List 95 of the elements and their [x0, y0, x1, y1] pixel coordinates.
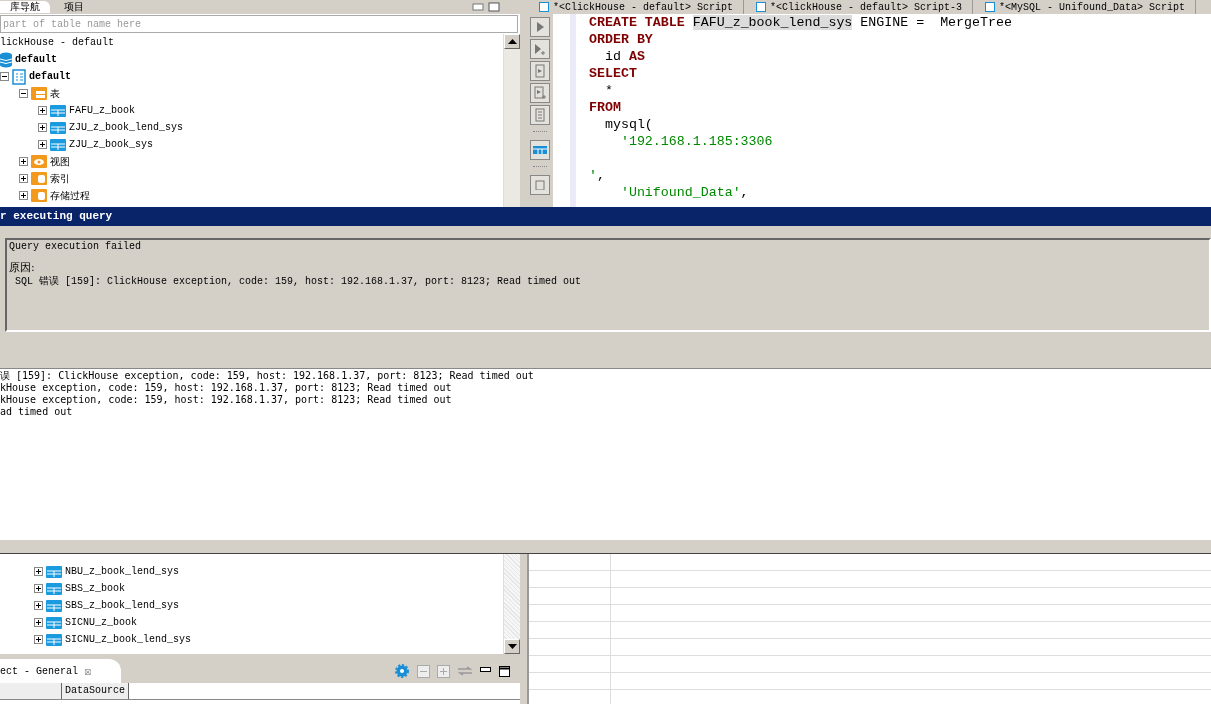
code-text: ENGINE = MergeTree [859, 15, 1012, 30]
code-text: , [597, 168, 605, 183]
log-line: kHouse exception, code: 159, host: 192.168.1.37, port: 8123; Read timed out [0, 394, 453, 406]
results-panel-button[interactable] [530, 140, 550, 160]
tree-item[interactable]: 索引 [50, 171, 70, 186]
tree-item[interactable]: 表 [50, 86, 60, 101]
table-icon [46, 599, 62, 612]
folder-icon [31, 172, 47, 185]
export-button[interactable] [530, 175, 550, 195]
tree-item[interactable]: SICNU_z_book_lend_sys [65, 634, 192, 645]
run-new-tab-button[interactable] [530, 39, 550, 59]
expander-icon[interactable] [0, 72, 9, 81]
log-line: kHouse exception, code: 159, host: 192.168.1.37, port: 8123; Read timed out [0, 382, 453, 394]
settings-icon[interactable] [394, 663, 410, 679]
tree-item[interactable]: 存储过程 [50, 188, 90, 203]
expander-icon[interactable] [38, 140, 47, 149]
maximize-icon[interactable] [499, 665, 510, 677]
tree-item[interactable]: SBS_z_book [65, 583, 125, 594]
tree-item[interactable]: ZJU_z_book_lend_sys [69, 122, 184, 133]
expander-icon[interactable] [19, 157, 28, 166]
search-field[interactable]: part of table name here [0, 15, 518, 33]
table-icon [46, 565, 62, 578]
column-header[interactable]: DataSource [62, 683, 129, 699]
dialog-title: r executing query [0, 207, 1211, 226]
expander-icon[interactable] [38, 123, 47, 132]
code-text: , [740, 185, 749, 200]
tree-item[interactable]: SBS_z_book_lend_sys [65, 600, 180, 611]
explain-plan-button[interactable] [530, 105, 550, 125]
error-message: Query execution failed [9, 241, 143, 252]
schema-icon [12, 68, 26, 85]
table-icon [50, 121, 66, 134]
tree-item[interactable]: default [29, 71, 71, 82]
tree-item[interactable]: FAFU_z_book [69, 105, 135, 116]
tree-item[interactable]: lickHouse - default [0, 37, 115, 48]
code-text: 'Unifound_Data' [619, 185, 741, 200]
code-text: * [603, 83, 613, 98]
scroll-up-button[interactable] [504, 34, 520, 49]
scroll-down-button[interactable] [504, 639, 520, 654]
page-icon [534, 180, 546, 190]
tree-item[interactable]: NBU_z_book_lend_sys [65, 566, 180, 577]
tree-item[interactable]: default [15, 54, 57, 65]
editor-tab[interactable]: *<ClickHouse - default> Script-3 [744, 0, 974, 14]
tree-item[interactable]: 视图 [50, 154, 70, 169]
expander-icon[interactable] [19, 191, 28, 200]
code-text: CREATE TABLE [589, 15, 685, 30]
down-arrow-icon [507, 644, 517, 649]
code-text: mysql( [603, 117, 653, 132]
panel-tab[interactable]: 项目 [54, 1, 94, 13]
expander-icon[interactable] [34, 601, 43, 610]
document-icon [534, 108, 546, 122]
script-icon [539, 2, 549, 12]
panel-tab[interactable]: 库导航 [0, 1, 50, 13]
code-text: id [603, 49, 622, 64]
expander-icon[interactable] [34, 618, 43, 627]
code-text: AS [628, 49, 645, 64]
editor-tab[interactable]: *<MySQL - Unifound_Data> Script [973, 0, 1197, 14]
minimize-icon[interactable] [480, 667, 492, 675]
play-icon [535, 21, 545, 33]
table-icon [46, 616, 62, 629]
table-icon [46, 582, 62, 595]
script-icon [985, 2, 996, 12]
script-plus-icon [534, 86, 546, 100]
eye-folder-icon [31, 155, 47, 168]
code-text: '192.168.1.185:3306 [619, 134, 773, 149]
play-plus-icon [534, 43, 546, 55]
code-text: SELECT [589, 66, 637, 81]
expander-icon[interactable] [38, 106, 47, 115]
execute-script-button[interactable] [530, 61, 550, 81]
log-line: ad timed out [0, 406, 74, 418]
execute-script-new-button[interactable] [530, 83, 550, 103]
expander-icon[interactable] [34, 584, 43, 593]
table-icon [46, 633, 62, 646]
folder-icon [31, 189, 47, 202]
error-reason: SQL 错误 [159]: ClickHouse exception, code: 159, host: 192.168.1.37, port: 8123; Read timed out [14, 275, 583, 288]
code-text: ' [589, 168, 597, 183]
script-icon [756, 2, 767, 12]
script-play-icon [534, 64, 546, 78]
expander-icon[interactable] [19, 174, 28, 183]
reason-label: 原因: [9, 262, 36, 274]
expander-icon[interactable] [34, 567, 43, 576]
tree-item[interactable]: SICNU_z_book [65, 617, 137, 628]
tree-item[interactable]: ZJU_z_book_sys [69, 139, 153, 150]
log-line: 误 [159]: ClickHouse exception, code: 159, host: 192.168.1.37, port: 8123; Read timed out [0, 370, 535, 382]
code-text: FAFU_z_book_lend_sys [692, 15, 853, 30]
folder-icon [31, 87, 47, 100]
code-text: ORDER BY [589, 32, 653, 47]
properties-tab[interactable]: ect - General ☒ [0, 659, 122, 683]
code-text: FROM [589, 100, 621, 115]
run-button[interactable] [530, 17, 550, 37]
expander-icon[interactable] [34, 635, 43, 644]
up-arrow-icon [507, 39, 517, 44]
grid-icon [533, 146, 547, 154]
expander-icon[interactable] [19, 89, 28, 98]
table-icon [50, 104, 66, 117]
table-icon [50, 138, 66, 151]
